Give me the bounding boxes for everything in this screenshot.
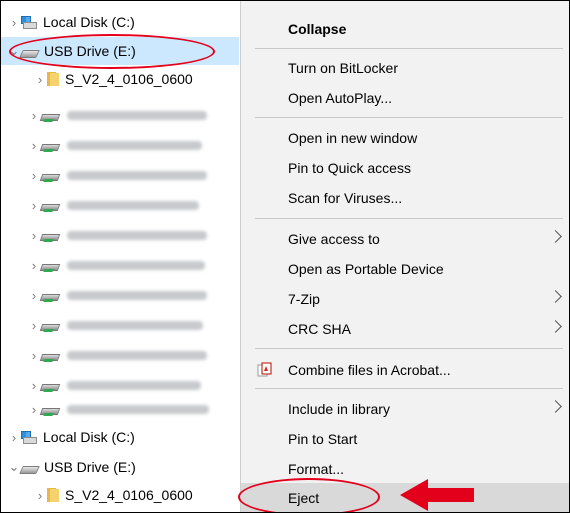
menu-item-label: 7-Zip xyxy=(288,291,320,307)
highlight-ellipse-usb-drive xyxy=(9,34,215,69)
tree-item-network-drive[interactable]: › xyxy=(1,395,239,423)
highlight-ellipse-eject xyxy=(238,478,380,512)
tree-item-local-disk[interactable]: › Local Disk (C:) xyxy=(1,8,239,36)
menu-item-label: Include in library xyxy=(288,401,390,417)
local-disk-icon xyxy=(21,430,37,444)
chevron-right-icon[interactable]: › xyxy=(7,430,21,445)
submenu-arrow-icon xyxy=(549,290,562,303)
submenu-arrow-icon xyxy=(549,230,562,243)
menu-separator xyxy=(255,348,563,349)
tree-item-label: Local Disk (C:) xyxy=(43,429,135,445)
redacted-label xyxy=(67,140,202,150)
tree-item-network-drive[interactable]: › xyxy=(1,281,239,309)
menu-item-label: Pin to Start xyxy=(288,431,358,447)
tree-item-label: Local Disk (C:) xyxy=(43,14,135,30)
menu-item-label: Format... xyxy=(288,461,345,477)
menu-item-pin-quick-access[interactable]: Pin to Quick access xyxy=(241,153,569,183)
explorer-window: › Local Disk (C:) ⌄ USB Drive (E:) › S_V… xyxy=(0,0,570,513)
menu-item-turn-on-bitlocker[interactable]: Turn on BitLocker xyxy=(241,53,569,83)
chevron-right-icon[interactable]: › xyxy=(7,15,21,30)
menu-item-open-autoplay[interactable]: Open AutoPlay... xyxy=(241,83,569,113)
menu-item-label: Combine files in Acrobat... xyxy=(288,362,451,378)
tree-item-folder[interactable]: › S_V2_4_0106_0600 xyxy=(1,65,239,93)
menu-item-label: Scan for Viruses... xyxy=(288,190,403,206)
network-drive-icon xyxy=(39,113,61,121)
redacted-label xyxy=(67,404,209,414)
menu-item-label: Open as Portable Device xyxy=(288,261,444,277)
network-drive-icon xyxy=(39,233,61,241)
menu-separator xyxy=(255,388,563,389)
redacted-label xyxy=(67,230,207,240)
network-drive-icon xyxy=(39,203,61,211)
menu-separator xyxy=(255,218,563,219)
redacted-label xyxy=(67,350,207,360)
acrobat-combine-icon xyxy=(257,362,272,377)
menu-item-open-new-window[interactable]: Open in new window xyxy=(241,123,569,153)
tree-item-network-drive[interactable]: › xyxy=(1,251,239,279)
menu-item-include-library[interactable]: Include in library xyxy=(241,394,569,424)
folder-icon xyxy=(47,488,59,502)
redacted-label xyxy=(67,170,207,180)
redacted-label xyxy=(67,200,199,210)
menu-separator xyxy=(255,117,563,118)
network-drive-icon xyxy=(39,323,61,331)
folder-icon xyxy=(47,72,59,86)
tree-item-network-drive[interactable]: › xyxy=(1,221,239,249)
menu-item-label: Give access to xyxy=(288,231,380,247)
tree-item-network-drive[interactable]: › xyxy=(1,341,239,369)
menu-item-open-portable-device[interactable]: Open as Portable Device xyxy=(241,254,569,284)
context-menu: Collapse Turn on BitLocker Open AutoPlay… xyxy=(240,1,569,512)
menu-item-combine-acrobat[interactable]: Combine files in Acrobat... xyxy=(241,355,569,385)
menu-item-crc-sha[interactable]: CRC SHA xyxy=(241,314,569,344)
tree-item-network-drive[interactable]: › xyxy=(1,131,239,159)
redacted-label xyxy=(67,290,207,300)
chevron-right-icon[interactable]: › xyxy=(33,488,47,503)
network-drive-icon xyxy=(39,407,61,415)
redacted-label xyxy=(67,380,201,390)
network-drive-icon xyxy=(39,293,61,301)
network-drive-icon xyxy=(39,353,61,361)
tree-item-label: S_V2_4_0106_0600 xyxy=(65,487,193,503)
redacted-label xyxy=(67,320,203,330)
menu-item-give-access[interactable]: Give access to xyxy=(241,224,569,254)
chevron-right-icon[interactable]: › xyxy=(33,72,47,87)
menu-item-7zip[interactable]: 7-Zip xyxy=(241,284,569,314)
menu-item-label: Open AutoPlay... xyxy=(288,90,393,106)
local-disk-icon xyxy=(21,15,37,29)
usb-drive-icon xyxy=(19,466,40,474)
tree-item-label: S_V2_4_0106_0600 xyxy=(65,71,193,87)
menu-separator xyxy=(255,48,563,49)
tree-item-local-disk[interactable]: › Local Disk (C:) xyxy=(1,423,239,451)
tree-item-usb-drive[interactable]: ⌄ USB Drive (E:) xyxy=(1,453,239,481)
menu-item-scan-viruses[interactable]: Scan for Viruses... xyxy=(241,183,569,213)
tree-item-network-drive[interactable]: › xyxy=(1,161,239,189)
network-drive-icon xyxy=(39,173,61,181)
tree-item-network-drive[interactable]: › xyxy=(1,191,239,219)
menu-item-label: Turn on BitLocker xyxy=(288,60,398,76)
red-pointer-arrow-icon xyxy=(400,479,474,511)
network-drive-icon xyxy=(39,143,61,151)
menu-item-pin-start[interactable]: Pin to Start xyxy=(241,424,569,454)
tree-item-label: USB Drive (E:) xyxy=(44,459,136,475)
menu-item-collapse[interactable]: Collapse xyxy=(241,14,569,44)
tree-item-network-drive[interactable]: › xyxy=(1,311,239,339)
redacted-label xyxy=(67,110,207,120)
submenu-arrow-icon xyxy=(549,320,562,333)
tree-item-folder[interactable]: › S_V2_4_0106_0600 xyxy=(1,481,239,509)
submenu-arrow-icon xyxy=(549,400,562,413)
redacted-label xyxy=(67,260,205,270)
menu-item-label: Open in new window xyxy=(288,130,418,146)
navigation-pane: › Local Disk (C:) ⌄ USB Drive (E:) › S_V… xyxy=(1,1,239,512)
network-drive-icon xyxy=(39,263,61,271)
network-drive-icon xyxy=(39,383,61,391)
menu-item-label: Collapse xyxy=(288,21,347,37)
menu-item-label: Pin to Quick access xyxy=(288,160,411,176)
tree-item-network-drive[interactable]: › xyxy=(1,101,239,129)
menu-item-label: CRC SHA xyxy=(288,321,352,337)
